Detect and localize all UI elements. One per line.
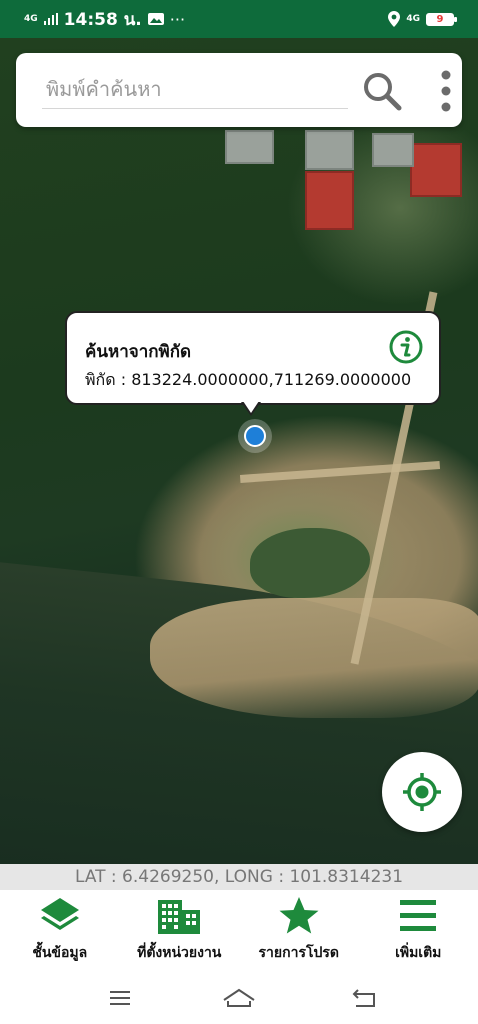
home-button[interactable] [219, 984, 259, 1012]
network-type-right: 4G [406, 14, 420, 24]
crosshair-icon [403, 773, 441, 811]
bottom-navigation: ชั้นข้อมูล ที่ตั้งหน่วยงาน รายการโปรด เพ… [0, 890, 478, 974]
nav-item-office-location[interactable]: ที่ตั้งหน่วยงาน [120, 890, 240, 974]
location-marker[interactable] [244, 425, 266, 447]
location-pin-icon [388, 11, 401, 27]
coordinate-readout: LAT : 6.4269250, LONG : 101.8314231 [0, 864, 478, 890]
nav-item-layers[interactable]: ชั้นข้อมูล [0, 890, 120, 974]
info-button[interactable] [389, 330, 423, 364]
clock: 14:58 น. [63, 9, 142, 30]
gallery-icon [147, 13, 164, 25]
nav-label-layers: ชั้นข้อมูล [32, 945, 88, 961]
search-input[interactable] [42, 70, 348, 109]
map-view[interactable] [0, 38, 478, 864]
popup-pointer-fill [243, 401, 259, 413]
nav-label-more: เพิ่มเติม [395, 945, 442, 961]
search-icon [364, 73, 402, 111]
map-building [410, 143, 462, 197]
back-button[interactable] [344, 984, 384, 1012]
nav-item-more[interactable]: เพิ่มเติม [359, 890, 478, 974]
signal-icon [43, 13, 58, 25]
building-icon [158, 900, 201, 934]
map-pond [250, 528, 370, 598]
info-icon [389, 330, 423, 364]
popup-coordinates: พิกัด : 813224.0000000,711269.0000000 [85, 370, 412, 389]
menu-icon [400, 900, 437, 931]
overflow-menu-button[interactable] [434, 69, 458, 113]
system-navigation-bar [0, 974, 478, 1024]
map-building [225, 130, 274, 164]
network-type: 4G [24, 14, 38, 24]
map-building [305, 171, 354, 230]
coordinate-popup: ค้นหาจากพิกัด พิกัด : 813224.0000000,711… [65, 311, 441, 405]
status-left: 4G 14:58 น. ··· [24, 6, 185, 33]
search-bar [16, 53, 462, 127]
star-icon [279, 897, 319, 934]
nav-label-office-location: ที่ตั้งหน่วยงาน [137, 945, 222, 961]
search-button[interactable] [360, 69, 404, 113]
nav-item-favorites[interactable]: รายการโปรด [239, 890, 359, 974]
home-icon [223, 988, 255, 1007]
my-location-button[interactable] [382, 752, 462, 832]
battery-icon: 9 [426, 12, 457, 26]
map-road [239, 461, 441, 483]
map-building [305, 130, 354, 170]
popup-title: ค้นหาจากพิกัด [85, 342, 192, 362]
status-bar: 4G 14:58 น. ··· 4G 9 [0, 0, 478, 38]
status-right: 4G 9 [388, 11, 457, 27]
recent-apps-button[interactable] [100, 984, 140, 1012]
more-notifications: ··· [169, 9, 186, 29]
layers-icon [40, 898, 79, 930]
map-building [372, 133, 414, 167]
nav-label-favorites: รายการโปรด [258, 945, 339, 961]
map-shore [150, 598, 478, 718]
back-icon [352, 989, 375, 1007]
more-vertical-icon [441, 70, 451, 112]
recents-icon [110, 991, 130, 1005]
